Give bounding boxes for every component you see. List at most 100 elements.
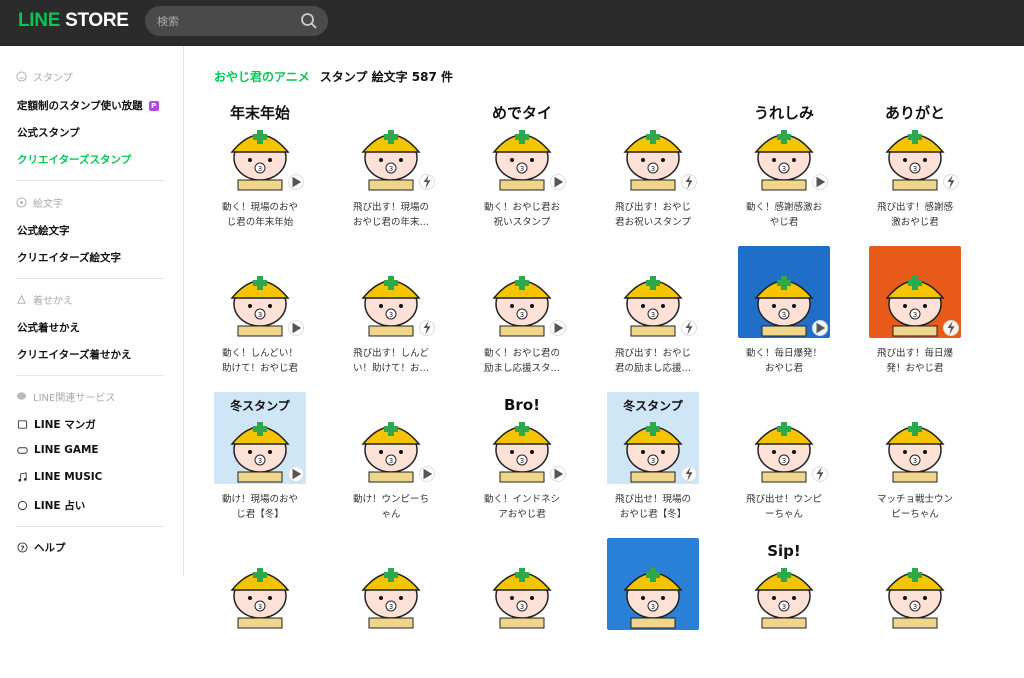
sticker-title[interactable]: 飛び出せ！現場の おやじ君【冬】 — [603, 492, 703, 522]
sticker-title[interactable]: 動け！現場のおや じ君【冬】 — [210, 492, 310, 522]
svg-text:3: 3 — [258, 457, 262, 465]
sticker-title[interactable]: 動け！ウンピーち ゃん — [341, 492, 441, 522]
search-box[interactable] — [145, 6, 328, 36]
sticker-thumbnail[interactable]: 冬スタンプ 3 — [214, 392, 306, 484]
sticker-card[interactable]: 3 飛び出せ！ウンピ ーちゃん — [724, 392, 844, 532]
sticker-title[interactable]: 動く！感謝感激お やじ君 — [734, 200, 834, 230]
sidebar-item-official-sticker[interactable]: 公式スタンプ — [17, 125, 80, 140]
sticker-card[interactable]: 3 — [855, 538, 975, 678]
sticker-thumbnail[interactable]: 3 — [869, 246, 961, 338]
sticker-thumbnail[interactable]: 3 — [214, 246, 306, 338]
sticker-card[interactable]: 3 飛び出す！現場の おやじ君の年末… — [331, 100, 451, 240]
sticker-thumbnail[interactable]: 3 — [345, 392, 437, 484]
sticker-card[interactable]: Sip! 3 — [724, 538, 844, 678]
search-icon[interactable] — [300, 12, 318, 30]
sticker-card[interactable]: 3 — [593, 538, 713, 678]
sticker-thumbnail[interactable]: Bro! 3 — [476, 392, 568, 484]
sticker-title[interactable]: 飛び出せ！ウンピ ーちゃん — [734, 492, 834, 522]
sticker-title[interactable]: 飛び出す！感謝感 激おやじ君 — [865, 200, 965, 230]
sticker-title[interactable]: 飛び出す！毎日爆 発！おやじ君 — [865, 346, 965, 376]
sidebar-item-official-theme[interactable]: 公式着せかえ — [17, 320, 80, 335]
sticker-card[interactable]: 3 マッチョ戦士ウン ピーちゃん — [855, 392, 975, 532]
sticker-thumbnail[interactable]: 3 — [869, 392, 961, 484]
sidebar-item-help[interactable]: ? ヘルプ — [17, 540, 66, 555]
sticker-card[interactable]: 3 動け！ウンピーち ゃん — [331, 392, 451, 532]
sticker-thumbnail[interactable]: 3 — [345, 538, 437, 630]
emoji-section-header: 絵文字 — [16, 195, 63, 210]
sidebar-item-line-manga[interactable]: LINE マンガ — [17, 417, 96, 432]
sticker-thumbnail[interactable]: 3 — [345, 100, 437, 192]
sticker-title-line: アおやじ君 — [498, 509, 546, 520]
sticker-card[interactable]: うれしみ 3 動く！感謝感激お やじ君 — [724, 100, 844, 240]
chat-bubble-icon — [16, 392, 27, 400]
sticker-thumbnail[interactable]: 3 — [345, 246, 437, 338]
sticker-title[interactable]: 飛び出す！しんど い！助けて！お… — [341, 346, 441, 376]
svg-text:3: 3 — [651, 311, 655, 319]
svg-text:3: 3 — [782, 311, 786, 319]
sidebar-item-creators-sticker[interactable]: クリエイターズスタンプ — [17, 152, 131, 167]
animated-play-icon — [812, 320, 828, 336]
sticker-thumbnail[interactable]: 3 — [476, 246, 568, 338]
sticker-title-line: じ君【冬】 — [236, 509, 284, 520]
sticker-card[interactable]: 3 飛び出す！おやじ 君お祝いスタンプ — [593, 100, 713, 240]
sticker-thumbnail[interactable]: 3 — [738, 392, 830, 484]
sticker-card[interactable]: ありがと 3 飛び出す！感謝感 激おやじ君 — [855, 100, 975, 240]
sticker-title-line: 動く！毎日爆発！ — [745, 348, 822, 359]
sticker-thumbnail[interactable]: 3 — [607, 100, 699, 192]
sticker-card[interactable]: めでタイ 3 動く！おやじ君お 祝いスタンプ — [462, 100, 582, 240]
sticker-title[interactable]: 動く！インドネシ アおやじ君 — [472, 492, 572, 522]
sticker-card[interactable]: 3 飛び出す！おやじ 君の励まし応援… — [593, 246, 713, 386]
sticker-card[interactable]: 3 飛び出す！毎日爆 発！おやじ君 — [855, 246, 975, 386]
divider — [16, 526, 164, 527]
creator-name-link[interactable]: おやじ君のアニメ — [214, 68, 310, 85]
sticker-card[interactable]: 3 動く！おやじ君の 励まし応援スタ… — [462, 246, 582, 386]
sticker-title[interactable]: 動く！しんどい！ 助けて！おやじ君 — [210, 346, 310, 376]
sidebar-item-line-music[interactable]: LINE MUSIC — [17, 471, 102, 483]
sidebar-item-creators-emoji[interactable]: クリエイターズ絵文字 — [17, 250, 121, 265]
sticker-thumbnail[interactable]: 3 — [214, 538, 306, 630]
sidebar-item-line-game[interactable]: LINE GAME — [17, 444, 99, 456]
sticker-title[interactable]: 動く！現場のおや じ君の年末年始 — [210, 200, 310, 230]
sticker-card[interactable]: 3 動く！しんどい！ 助けて！おやじ君 — [200, 246, 320, 386]
sidebar-item-official-emoji[interactable]: 公式絵文字 — [17, 223, 70, 238]
sticker-title[interactable]: マッチョ戦士ウン ピーちゃん — [865, 492, 965, 522]
sticker-title-line: 動く！おやじ君お — [483, 202, 560, 213]
sidebar-item-creators-theme[interactable]: クリエイターズ着せかえ — [17, 347, 132, 362]
svg-text:3: 3 — [389, 311, 393, 319]
popup-effect-icon — [943, 174, 959, 190]
sticker-thumbnail[interactable]: 冬スタンプ 3 — [607, 392, 699, 484]
sticker-title[interactable]: 飛び出す！おやじ 君の励まし応援… — [603, 346, 703, 376]
search-input[interactable] — [157, 6, 297, 36]
sticker-title[interactable]: 飛び出す！現場の おやじ君の年末… — [341, 200, 441, 230]
sticker-thumbnail[interactable]: うれしみ 3 — [738, 100, 830, 192]
line-store-logo[interactable]: LINE STORE — [18, 10, 129, 32]
svg-text:Bro!: Bro! — [504, 396, 540, 414]
animated-play-icon — [550, 174, 566, 190]
sticker-title[interactable]: 飛び出す！おやじ 君お祝いスタンプ — [603, 200, 703, 230]
sticker-thumbnail[interactable]: 3 — [476, 538, 568, 630]
sidebar-item-line-fortune[interactable]: LINE 占い — [17, 498, 85, 513]
sticker-thumbnail[interactable]: 3 — [869, 538, 961, 630]
sticker-card[interactable]: Bro! 3 動く！インドネシ アおやじ君 — [462, 392, 582, 532]
sticker-thumbnail[interactable]: 3 — [607, 538, 699, 630]
sticker-thumbnail[interactable]: Sip! 3 — [738, 538, 830, 630]
sticker-thumbnail[interactable]: 3 — [738, 246, 830, 338]
sticker-card[interactable]: 3 動く！毎日爆発！ おやじ君 — [724, 246, 844, 386]
sticker-card[interactable]: 3 — [200, 538, 320, 678]
sticker-title[interactable]: 動く！おやじ君お 祝いスタンプ — [472, 200, 572, 230]
sticker-title[interactable]: 動く！おやじ君の 励まし応援スタ… — [472, 346, 572, 376]
sticker-thumbnail[interactable]: めでタイ 3 — [476, 100, 568, 192]
sticker-card[interactable]: 3 — [331, 538, 451, 678]
sticker-card[interactable]: 3 — [462, 538, 582, 678]
sticker-thumbnail[interactable]: ありがと 3 — [869, 100, 961, 192]
sticker-thumbnail[interactable]: 3 — [607, 246, 699, 338]
sticker-card[interactable]: 冬スタンプ 3 動け！現場のおや じ君【冬】 — [200, 392, 320, 532]
premium-badge-icon: P — [148, 100, 159, 111]
popup-effect-icon — [681, 466, 697, 482]
sticker-card[interactable]: 3 飛び出す！しんど い！助けて！お… — [331, 246, 451, 386]
sidebar-item-premium[interactable]: 定額制のスタンプ使い放題 P — [17, 98, 159, 113]
sticker-card[interactable]: 年末年始 3 動く！現場のおや じ君の年末年始 — [200, 100, 320, 240]
sticker-title[interactable]: 動く！毎日爆発！ おやじ君 — [734, 346, 834, 376]
sticker-thumbnail[interactable]: 年末年始 3 — [214, 100, 306, 192]
sticker-card[interactable]: 冬スタンプ 3 飛び出せ！現場の おやじ君【冬】 — [593, 392, 713, 532]
